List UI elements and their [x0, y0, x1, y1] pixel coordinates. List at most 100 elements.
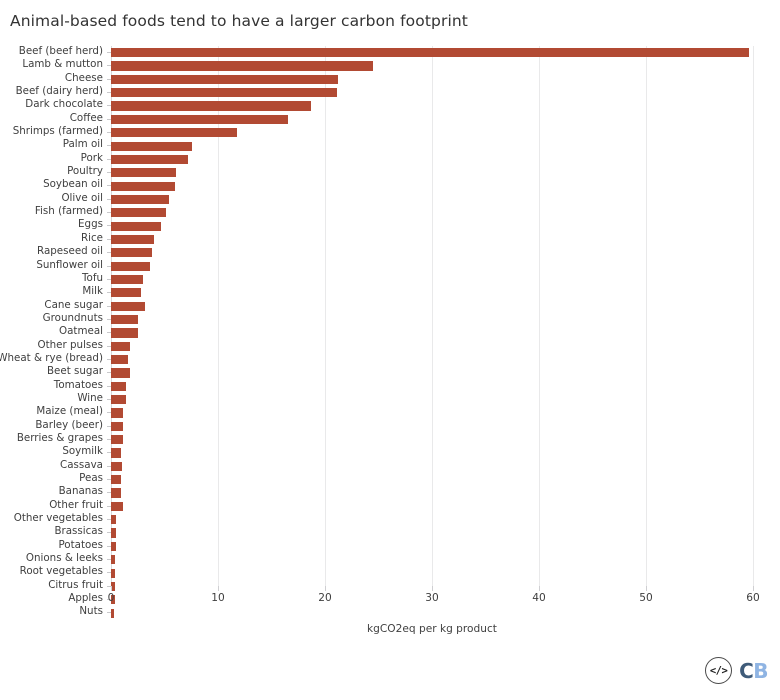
bar-row[interactable]: Groundnuts	[43, 312, 753, 326]
x-tick-mark	[646, 586, 647, 591]
bar[interactable]	[111, 408, 123, 418]
bar-row[interactable]: Coffee	[70, 112, 753, 126]
bar[interactable]	[111, 208, 166, 218]
bar[interactable]	[111, 234, 154, 245]
bar[interactable]	[111, 555, 116, 565]
category-label: Cheese	[64, 71, 103, 84]
bar-row[interactable]: Wheat & rye (bread)	[0, 352, 753, 366]
bar[interactable]	[111, 141, 193, 151]
bar-row[interactable]: Other vegetables	[14, 512, 753, 526]
bar[interactable]	[111, 314, 138, 325]
bar[interactable]	[111, 61, 374, 71]
bar-row[interactable]: Onions & leeks	[26, 552, 753, 566]
bar[interactable]	[111, 461, 122, 471]
bar[interactable]	[111, 328, 138, 338]
bar[interactable]	[111, 568, 116, 578]
bar-row[interactable]: Brassicas	[54, 525, 753, 539]
x-tick-mark	[325, 586, 326, 591]
bar-row[interactable]: Oatmeal	[59, 325, 753, 339]
category-label: Citrus fruit	[48, 578, 103, 591]
bar[interactable]	[111, 341, 131, 351]
bar-row[interactable]: Potatoes	[58, 539, 753, 553]
category-label: Olive oil	[61, 191, 103, 204]
category-label: Brassicas	[54, 525, 103, 538]
bar-row[interactable]: Beet sugar	[47, 365, 753, 379]
bar[interactable]	[111, 274, 144, 285]
bar[interactable]	[111, 448, 121, 458]
bar[interactable]	[111, 181, 176, 191]
bar[interactable]	[111, 541, 117, 551]
x-tick-mark	[753, 586, 754, 591]
bar-row[interactable]: Bananas	[59, 485, 753, 499]
bar-row[interactable]: Pork	[81, 152, 753, 166]
category-label: Fish (farmed)	[34, 205, 103, 218]
bar-row[interactable]: Rapeseed oil	[37, 245, 753, 259]
category-label: Palm oil	[62, 138, 103, 151]
bar[interactable]	[111, 395, 126, 405]
bar-row[interactable]: Berries & grapes	[17, 432, 753, 446]
bar-row[interactable]: Beef (beef herd)	[19, 45, 753, 59]
bar[interactable]	[111, 248, 152, 258]
bar-row[interactable]: Poultry	[67, 165, 753, 179]
bar[interactable]	[111, 421, 123, 431]
bar[interactable]	[111, 221, 162, 231]
bar-row[interactable]: Wine	[77, 392, 753, 406]
bar[interactable]	[111, 154, 189, 165]
bar[interactable]	[111, 288, 141, 298]
bar-row[interactable]: Root vegetables	[20, 565, 753, 579]
bar-row[interactable]: Soymilk	[62, 445, 753, 459]
bar-row[interactable]: Tomatoes	[54, 379, 753, 393]
bar[interactable]	[111, 381, 126, 391]
bar-row[interactable]: Maize (meal)	[36, 405, 753, 419]
bar-row[interactable]: Cassava	[60, 459, 753, 473]
bar-row[interactable]: Fish (farmed)	[35, 205, 753, 219]
bar[interactable]	[111, 355, 129, 365]
bar-row[interactable]: Eggs	[78, 218, 753, 232]
bar-row[interactable]: Peas	[79, 472, 753, 486]
bar-row[interactable]: Tofu	[82, 272, 753, 286]
logo-text: CB	[739, 661, 768, 681]
bar-row[interactable]: Palm oil	[63, 138, 753, 152]
x-tick-label: 10	[211, 592, 225, 604]
bar[interactable]	[111, 74, 338, 84]
category-label: Coffee	[69, 111, 103, 124]
bar[interactable]	[111, 128, 238, 138]
bar-row[interactable]: Dark chocolate	[25, 98, 753, 112]
bar[interactable]	[111, 261, 150, 271]
bar-row[interactable]: Other pulses	[38, 339, 753, 353]
category-label: Beef (dairy herd)	[15, 85, 103, 98]
bar-row[interactable]: Cane sugar	[44, 299, 753, 313]
bar[interactable]	[111, 488, 121, 498]
bar[interactable]	[111, 114, 288, 124]
bar[interactable]	[111, 88, 337, 98]
bar-row[interactable]: Soybean oil	[43, 178, 753, 192]
x-axis: 0 10 20 30 40 50 60	[108, 586, 760, 626]
bar-row[interactable]: Olive oil	[61, 192, 753, 206]
bar[interactable]	[111, 101, 312, 111]
bar[interactable]	[111, 301, 146, 311]
category-label: Milk	[82, 285, 103, 298]
category-label: Barley (beer)	[35, 418, 103, 431]
bar-row[interactable]: Rice	[81, 232, 753, 246]
bar[interactable]	[111, 475, 121, 485]
bar-row[interactable]: Shrimps (farmed)	[13, 125, 753, 139]
bar-row[interactable]: Cheese	[65, 72, 753, 86]
bar[interactable]	[111, 515, 117, 525]
bar-row[interactable]: Other fruit	[49, 499, 753, 513]
bar[interactable]	[111, 194, 169, 205]
category-label: Eggs	[78, 218, 103, 231]
bar-row[interactable]: Lamb & mutton	[22, 58, 753, 72]
bar-row[interactable]: Milk	[82, 285, 753, 299]
bar-row[interactable]: Barley (beer)	[35, 419, 753, 433]
bar[interactable]	[111, 528, 117, 538]
bar-row[interactable]: Beef (dairy herd)	[16, 85, 753, 99]
bar[interactable]	[111, 435, 123, 445]
bar[interactable]	[111, 168, 177, 178]
category-label: Beet sugar	[46, 365, 103, 378]
bar[interactable]	[111, 48, 749, 58]
category-label: Tomatoes	[53, 378, 103, 391]
bar-row[interactable]: Sunflower oil	[36, 259, 753, 273]
bar[interactable]	[111, 368, 131, 378]
bar[interactable]	[111, 501, 123, 511]
category-label: Oatmeal	[59, 325, 103, 338]
